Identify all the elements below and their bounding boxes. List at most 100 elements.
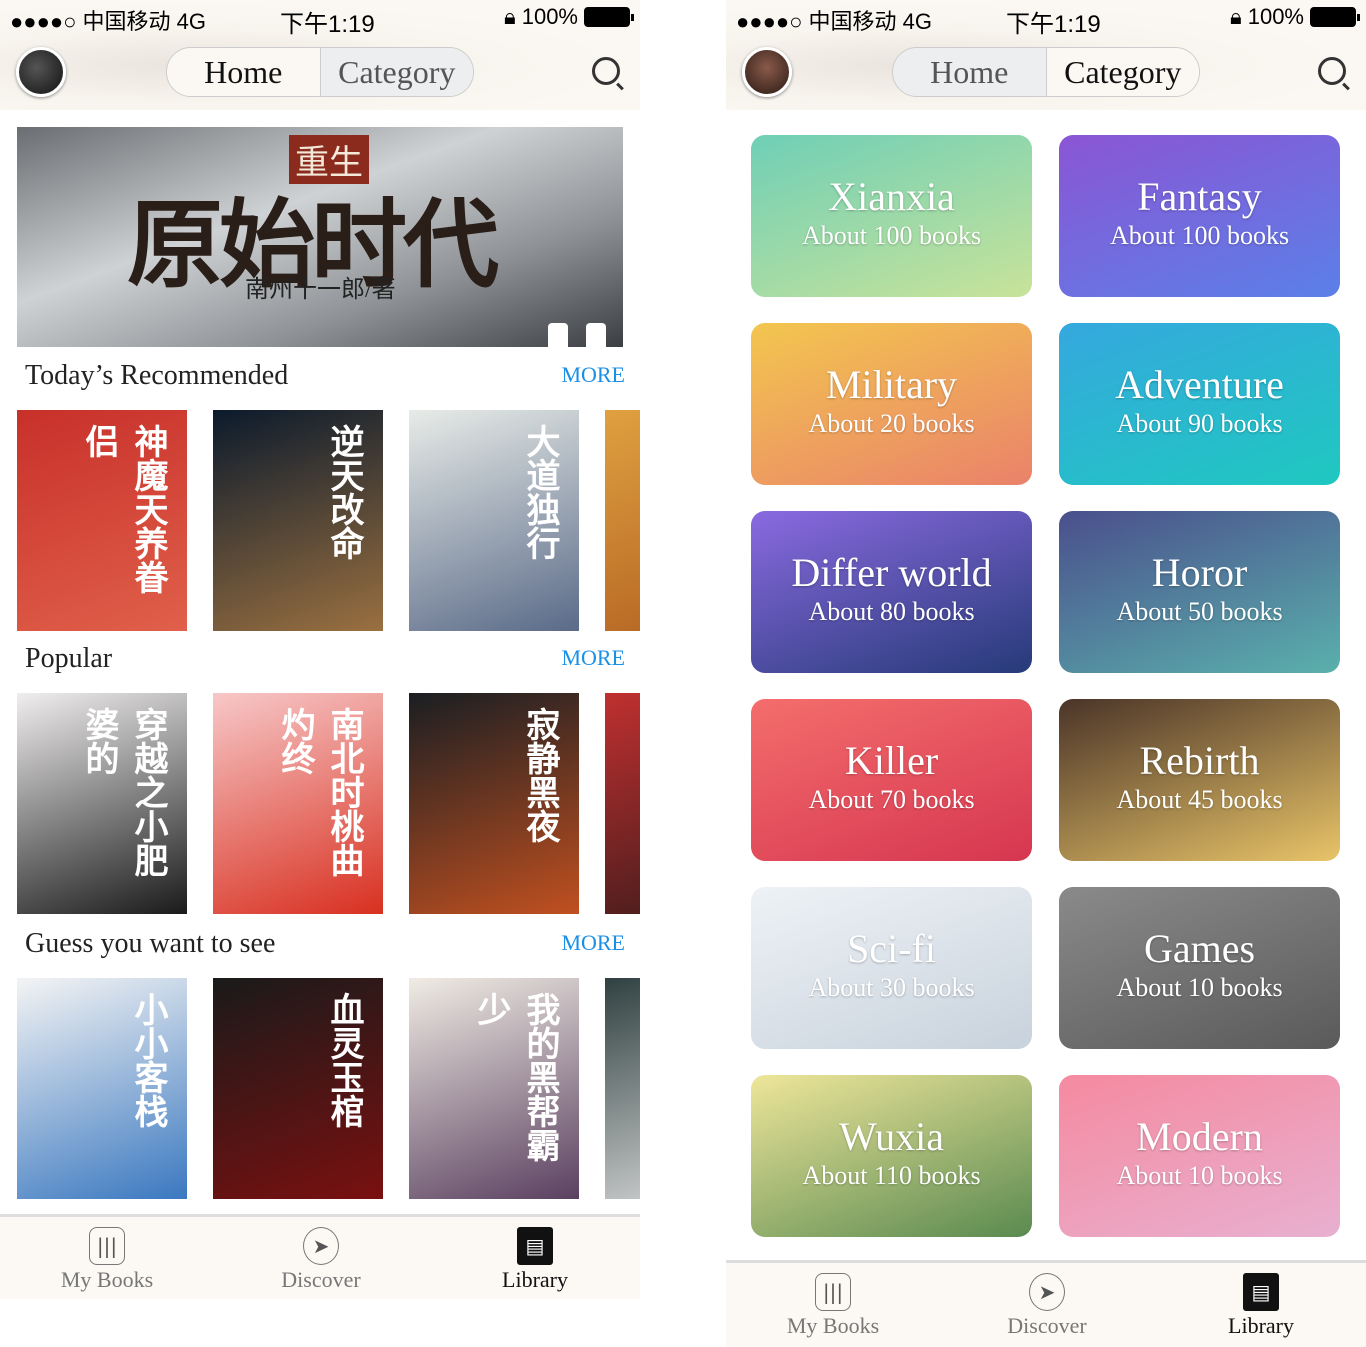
- category-card[interactable]: Killer About 70 books: [751, 699, 1032, 861]
- book-cover[interactable]: [605, 410, 640, 631]
- category-name: Fantasy: [1137, 174, 1262, 219]
- book-cover[interactable]: [605, 978, 640, 1199]
- tab-label: Library: [1228, 1313, 1294, 1338]
- category-name: Xianxia: [828, 174, 955, 219]
- tab-my-books[interactable]: ||| My Books: [27, 1217, 187, 1302]
- category-card[interactable]: Differ world About 80 books: [751, 511, 1032, 673]
- tab-label: Discover: [281, 1267, 361, 1292]
- category-name: Wuxia: [838, 1114, 945, 1159]
- more-link[interactable]: MORE: [561, 362, 625, 388]
- tab-home[interactable]: Home: [893, 48, 1047, 96]
- category-card[interactable]: Horor About 50 books: [1059, 511, 1340, 673]
- book-cover-title: 逆天改命: [324, 424, 364, 560]
- category-count: About 50 books: [1116, 597, 1283, 626]
- avatar[interactable]: [742, 47, 792, 97]
- book-cover-title: 寂静黑夜: [520, 707, 560, 843]
- category-count: About 70 books: [808, 785, 975, 814]
- category-count: About 45 books: [1116, 785, 1283, 814]
- category-name: Sci-fi: [847, 926, 936, 971]
- category-count: About 10 books: [1116, 1161, 1283, 1190]
- compass-icon: ➤: [1029, 1273, 1065, 1311]
- tab-my-books[interactable]: ||| My Books: [753, 1263, 913, 1347]
- book-row: 穿越之小肥婆的 南北时桃曲灼终 寂静黑夜: [17, 693, 640, 914]
- category-name: Games: [1143, 926, 1256, 971]
- banner-carousel[interactable]: 重生 原始时代 南州十一郎/著: [17, 127, 623, 347]
- category-card[interactable]: Military About 20 books: [751, 323, 1032, 485]
- battery-percent: 100%: [521, 4, 578, 29]
- book-cover-title: 穿越之小肥婆的: [79, 707, 168, 877]
- store-icon: ▤: [517, 1227, 553, 1265]
- category-card[interactable]: Games About 10 books: [1059, 887, 1340, 1049]
- section-header: Today’s Recommended MORE: [25, 360, 625, 392]
- more-link[interactable]: MORE: [561, 930, 625, 956]
- tab-bar: ||| My Books ➤ Discover ▤ Library: [726, 1260, 1366, 1347]
- battery-icon: [584, 7, 634, 27]
- book-cover-title: 小小客栈: [128, 992, 168, 1128]
- tab-library[interactable]: ▤ Library: [1181, 1263, 1341, 1347]
- category-count: About 10 books: [1116, 973, 1283, 1002]
- battery-percent: 100%: [1247, 4, 1304, 29]
- book-cover[interactable]: 逆天改命: [213, 410, 383, 631]
- category-name: Adventure: [1115, 362, 1284, 407]
- carrier: ●●●●○ 中国移动 4G: [736, 9, 933, 34]
- tab-discover[interactable]: ➤ Discover: [967, 1263, 1127, 1347]
- book-cover[interactable]: 寂静黑夜: [409, 693, 579, 914]
- tab-category[interactable]: Category: [320, 48, 473, 96]
- category-count: About 80 books: [808, 597, 975, 626]
- book-cover[interactable]: 我的黑帮霸少: [409, 978, 579, 1199]
- book-cover[interactable]: 血灵玉棺: [213, 978, 383, 1199]
- avatar[interactable]: [16, 47, 66, 97]
- category-card[interactable]: Modern About 10 books: [1059, 1075, 1340, 1237]
- book-cover-title: 南北时桃曲灼终: [275, 707, 364, 877]
- compass-icon: ➤: [303, 1227, 339, 1265]
- book-row: 小小客栈 血灵玉棺 我的黑帮霸少: [17, 978, 640, 1199]
- category-count: About 100 books: [1109, 221, 1290, 250]
- carrier: ●●●●○ 中国移动 4G: [10, 9, 207, 34]
- tab-home[interactable]: Home: [167, 48, 321, 96]
- category-card[interactable]: Xianxia About 100 books: [751, 135, 1032, 297]
- category-count: About 110 books: [802, 1161, 981, 1190]
- category-count: About 30 books: [808, 973, 975, 1002]
- book-cover-title: 神魔天养眷侣: [79, 424, 168, 594]
- status-bar: ●●●●○ 中国移动 4G 下午1:19 🔒︎ 100%: [736, 4, 1360, 38]
- tab-discover[interactable]: ➤ Discover: [241, 1217, 401, 1302]
- tab-label: Library: [502, 1267, 568, 1292]
- tab-category[interactable]: Category: [1046, 48, 1199, 96]
- home-screen: ●●●●○ 中国移动 4G 下午1:19 🔒︎ 100% Home Categor…: [0, 0, 640, 1347]
- category-count: About 100 books: [801, 221, 982, 250]
- home-category-toggle: Home Category: [892, 47, 1200, 97]
- search-icon[interactable]: [592, 57, 620, 85]
- store-icon: ▤: [1243, 1273, 1279, 1311]
- search-icon[interactable]: [1318, 57, 1346, 85]
- category-count: About 20 books: [808, 409, 975, 438]
- clock: 下午1:19: [1006, 11, 1101, 38]
- category-card[interactable]: Rebirth About 45 books: [1059, 699, 1340, 861]
- category-card[interactable]: Wuxia About 110 books: [751, 1075, 1032, 1237]
- more-link[interactable]: MORE: [561, 645, 625, 671]
- section-header: Popular MORE: [25, 643, 625, 675]
- bookshelf-icon: |||: [89, 1227, 125, 1265]
- book-cover[interactable]: [605, 693, 640, 914]
- tab-label: My Books: [60, 1267, 154, 1292]
- book-cover[interactable]: 大道独行: [409, 410, 579, 631]
- category-card[interactable]: Fantasy About 100 books: [1059, 135, 1340, 297]
- book-cover-title: 血灵玉棺: [324, 992, 364, 1128]
- book-row: 神魔天养眷侣 逆天改命 大道独行: [17, 410, 640, 631]
- category-card[interactable]: Sci-fi About 30 books: [751, 887, 1032, 1049]
- tab-library[interactable]: ▤ Library: [455, 1217, 615, 1302]
- book-cover[interactable]: 南北时桃曲灼终: [213, 693, 383, 914]
- book-cover[interactable]: 穿越之小肥婆的: [17, 693, 187, 914]
- battery-icon: [1310, 7, 1360, 27]
- clock: 下午1:19: [280, 11, 375, 38]
- tab-label: My Books: [786, 1313, 880, 1338]
- book-cover[interactable]: 神魔天养眷侣: [17, 410, 187, 631]
- category-name: Modern: [1136, 1114, 1263, 1159]
- tab-bar: ||| My Books ➤ Discover ▤ Library: [0, 1214, 640, 1299]
- book-cover[interactable]: 小小客栈: [17, 978, 187, 1199]
- rotation-lock-icon: 🔒︎: [1230, 4, 1242, 29]
- carousel-indicator[interactable]: [548, 323, 606, 347]
- category-count: About 90 books: [1116, 409, 1283, 438]
- header: ●●●●○ 中国移动 4G 下午1:19 🔒︎ 100% Home Categor…: [726, 0, 1366, 110]
- category-name: Horor: [1151, 550, 1248, 595]
- category-card[interactable]: Adventure About 90 books: [1059, 323, 1340, 485]
